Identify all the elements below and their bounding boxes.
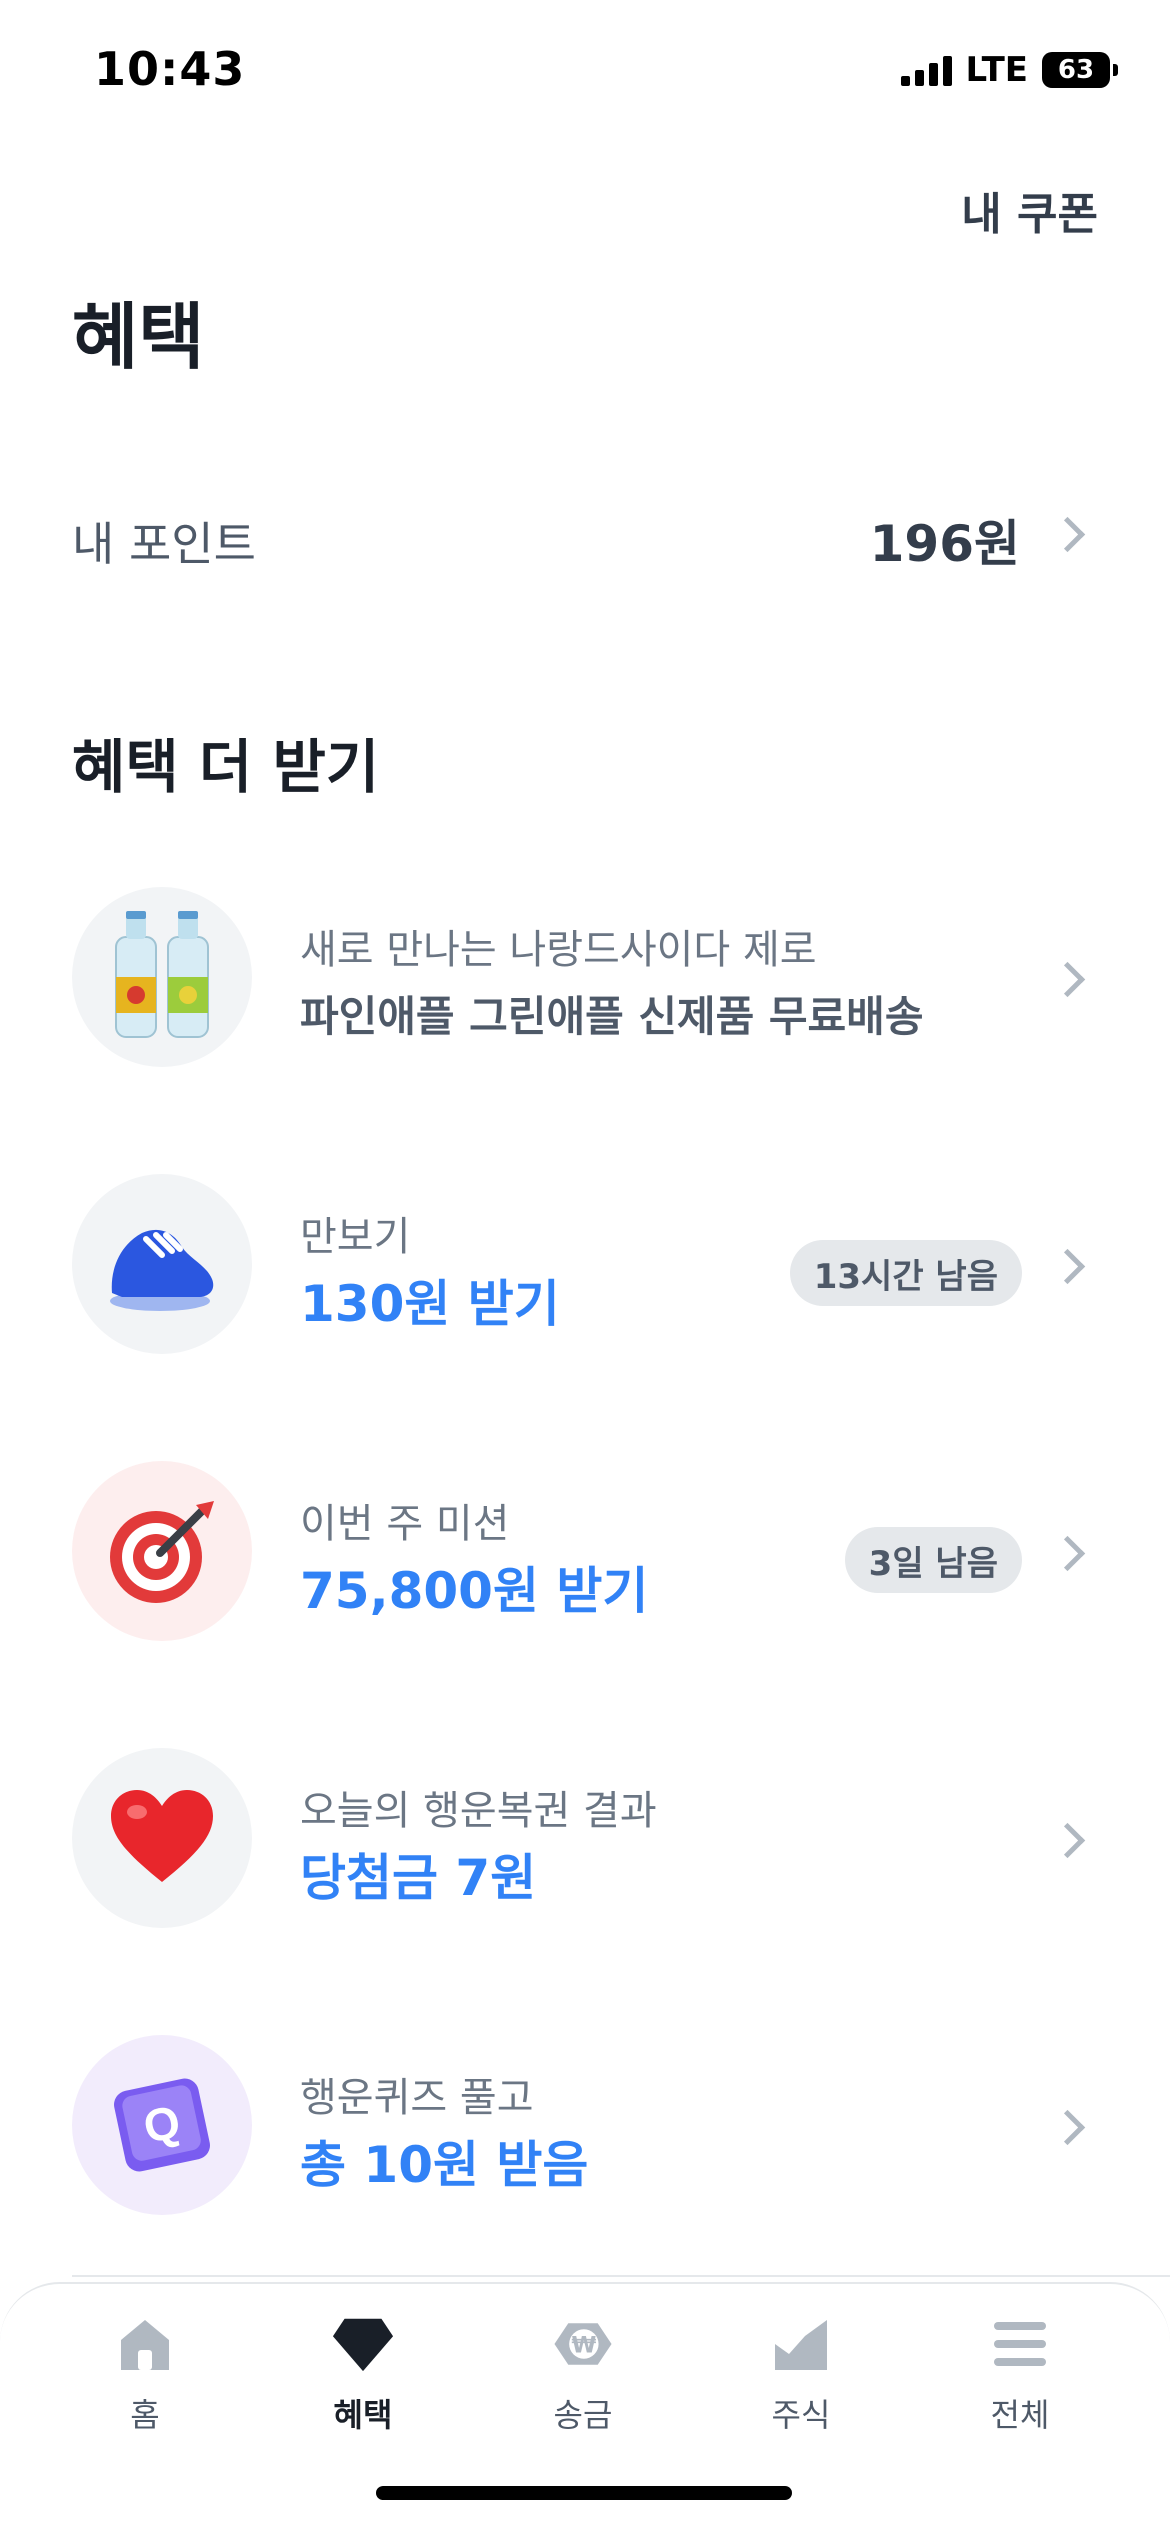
home-icon	[113, 2312, 177, 2376]
tab-label: 홈	[130, 2396, 160, 2434]
tab-label: 전체	[990, 2396, 1050, 2434]
benefit-item-lottery[interactable]: 오늘의 행운복권 결과 당첨금 7원	[0, 1748, 1170, 1928]
benefit-subtitle: 새로 만나는 나랑드사이다 제로	[300, 927, 817, 973]
page-title: 혜택	[72, 295, 205, 379]
menu-icon	[988, 2312, 1052, 2376]
benefit-title: 총 10원 받음	[300, 2136, 589, 2194]
benefit-subtitle: 만보기	[300, 1214, 411, 1260]
network-type: LTE	[965, 50, 1028, 90]
chevron-right-icon	[1049, 961, 1086, 998]
time-remaining-badge: 13시간 남음	[789, 1240, 1022, 1306]
home-indicator[interactable]	[376, 2486, 792, 2500]
benefit-item-quiz[interactable]: Q 행운퀴즈 풀고 총 10원 받음	[0, 2035, 1170, 2215]
my-points-row[interactable]: 내 포인트 196원	[0, 478, 1170, 588]
benefit-title: 75,800원 받기	[300, 1562, 649, 1620]
chevron-right-icon	[1049, 516, 1086, 553]
chevron-right-icon	[1049, 1535, 1086, 1572]
benefit-subtitle: 행운퀴즈 풀고	[300, 2075, 534, 2121]
points-value: 196원	[869, 515, 1020, 573]
chevron-right-icon	[1049, 1248, 1086, 1285]
tab-transfer[interactable]: ₩ 송금	[513, 2312, 653, 2436]
benefit-item-weekly-mission[interactable]: 이번 주 미션 75,800원 받기 3일 남음	[0, 1461, 1170, 1641]
quiz-q-icon: Q	[72, 2035, 252, 2215]
tab-label: 혜택	[333, 2396, 393, 2434]
target-icon	[72, 1461, 252, 1641]
tab-home[interactable]: 홈	[75, 2312, 215, 2436]
benefit-item-soda[interactable]: 새로 만나는 나랑드사이다 제로 파인애플 그린애플 신제품 무료배송	[0, 887, 1170, 1067]
tab-label: 송금	[553, 2396, 613, 2434]
status-time: 10:43	[94, 42, 246, 96]
tab-stocks[interactable]: 주식	[731, 2312, 871, 2436]
list-divider	[72, 2275, 1170, 2277]
transfer-won-icon: ₩	[551, 2312, 615, 2376]
benefit-item-pedometer[interactable]: 만보기 130원 받기 13시간 남음	[0, 1174, 1170, 1354]
sneaker-icon	[72, 1174, 252, 1354]
tab-label: 주식	[771, 2396, 831, 2434]
svg-text:₩: ₩	[571, 2333, 596, 2359]
benefit-title: 당첨금 7원	[300, 1849, 537, 1907]
signal-icon	[900, 54, 952, 86]
battery-icon: 63	[1042, 52, 1118, 88]
my-coupon-link[interactable]: 내 쿠폰	[961, 178, 1098, 242]
time-remaining-badge: 3일 남음	[844, 1527, 1022, 1593]
benefit-subtitle: 오늘의 행운복권 결과	[300, 1788, 657, 1834]
chevron-right-icon	[1049, 2109, 1086, 2146]
tab-all[interactable]: 전체	[950, 2312, 1090, 2436]
chevron-right-icon	[1049, 1822, 1086, 1859]
section-title: 혜택 더 받기	[72, 733, 380, 801]
benefit-title: 파인애플 그린애플 신제품 무료배송	[300, 992, 924, 1041]
heart-icon	[72, 1748, 252, 1928]
benefit-gem-icon	[331, 2312, 395, 2376]
battery-level: 63	[1042, 52, 1110, 88]
status-indicators: LTE 63	[900, 50, 1118, 90]
stock-chart-icon	[769, 2312, 833, 2376]
soda-bottles-icon	[72, 887, 252, 1067]
benefit-subtitle: 이번 주 미션	[300, 1501, 510, 1547]
points-label: 내 포인트	[72, 517, 256, 571]
benefit-title: 130원 받기	[300, 1275, 560, 1333]
tab-benefit[interactable]: 혜택	[293, 2312, 433, 2436]
